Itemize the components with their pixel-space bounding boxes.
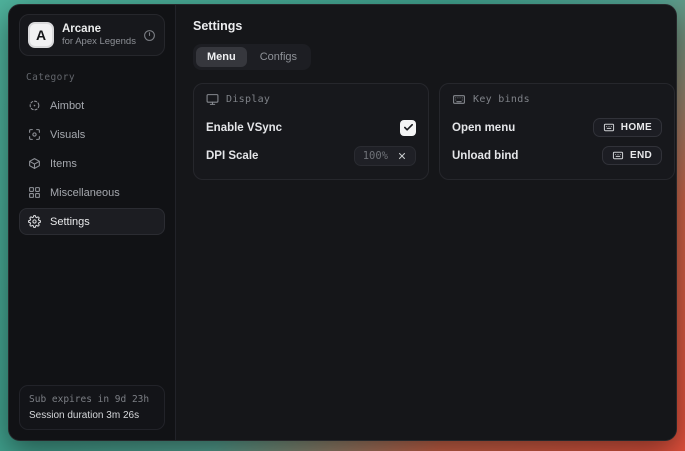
tab-configs[interactable]: Configs — [249, 47, 308, 67]
logo-letter: A — [36, 27, 46, 43]
close-icon[interactable] — [397, 151, 407, 161]
sidebar: A Arcane for Apex Legends Category — [9, 5, 176, 440]
brand-card: A Arcane for Apex Legends — [19, 14, 165, 56]
open-menu-label: Open menu — [452, 122, 515, 134]
sidebar-item-label: Visuals — [50, 129, 85, 141]
power-icon[interactable] — [143, 29, 156, 42]
sidebar-item-label: Items — [50, 158, 77, 170]
keybind-value: END — [630, 150, 652, 161]
category-label: Category — [26, 72, 158, 83]
open-menu-keybind-button[interactable]: HOME — [593, 118, 662, 137]
box-icon — [28, 157, 41, 170]
sub-expires-text: Sub expires in 9d 23h — [29, 394, 155, 405]
brand-title: Arcane — [62, 23, 135, 35]
settings-tabs: Menu Configs — [193, 44, 311, 70]
gear-icon — [28, 215, 41, 228]
keyboard-icon — [612, 150, 624, 161]
sidebar-item-visuals[interactable]: Visuals — [19, 121, 165, 148]
sidebar-item-aimbot[interactable]: Aimbot — [19, 92, 165, 119]
brand-subtitle: for Apex Legends — [62, 36, 135, 47]
card-title: Display — [226, 94, 270, 105]
enable-vsync-label: Enable VSync — [206, 122, 282, 134]
crosshair-icon — [28, 99, 41, 112]
keyboard-icon — [603, 122, 615, 133]
subscription-info-card: Sub expires in 9d 23h Session duration 3… — [19, 385, 165, 430]
sidebar-nav: Aimbot Visuals — [19, 92, 165, 235]
keyboard-icon — [452, 93, 466, 106]
app-logo: A — [28, 22, 54, 48]
keybind-value: HOME — [621, 122, 652, 133]
settings-cards: Display Enable VSync DPI Scale — [193, 83, 675, 180]
unload-bind-row: Unload bind END — [452, 143, 662, 168]
unload-bind-keybind-button[interactable]: END — [602, 146, 662, 165]
sidebar-item-settings[interactable]: Settings — [19, 208, 165, 235]
tab-menu[interactable]: Menu — [196, 47, 247, 67]
sidebar-item-items[interactable]: Items — [19, 150, 165, 177]
desktop-background: A Arcane for Apex Legends Category — [0, 0, 685, 451]
card-title: Key binds — [473, 94, 530, 105]
session-duration-text: Session duration 3m 26s — [29, 410, 155, 421]
check-icon — [403, 122, 414, 133]
sidebar-item-miscellaneous[interactable]: Miscellaneous — [19, 179, 165, 206]
enable-vsync-checkbox[interactable] — [400, 120, 416, 136]
sidebar-item-label: Settings — [50, 216, 90, 228]
display-card: Display Enable VSync DPI Scale — [193, 83, 429, 180]
dpi-scale-value: 100% — [363, 150, 388, 162]
sidebar-item-label: Aimbot — [50, 100, 84, 112]
enable-vsync-row: Enable VSync — [206, 115, 416, 140]
monitor-icon — [206, 93, 219, 106]
dpi-scale-row: DPI Scale 100% — [206, 143, 416, 168]
open-menu-row: Open menu HOME — [452, 115, 662, 140]
keybinds-card: Key binds Open menu HOME — [439, 83, 675, 180]
page-title: Settings — [193, 19, 675, 33]
sidebar-item-label: Miscellaneous — [50, 187, 120, 199]
app-window: A Arcane for Apex Legends Category — [8, 4, 677, 441]
scan-eye-icon — [28, 128, 41, 141]
main-content: Settings Menu Configs Display — [176, 5, 677, 440]
dpi-scale-input[interactable]: 100% — [354, 146, 416, 166]
dpi-scale-label: DPI Scale — [206, 150, 258, 162]
unload-bind-label: Unload bind — [452, 150, 518, 162]
grid-icon — [28, 186, 41, 199]
